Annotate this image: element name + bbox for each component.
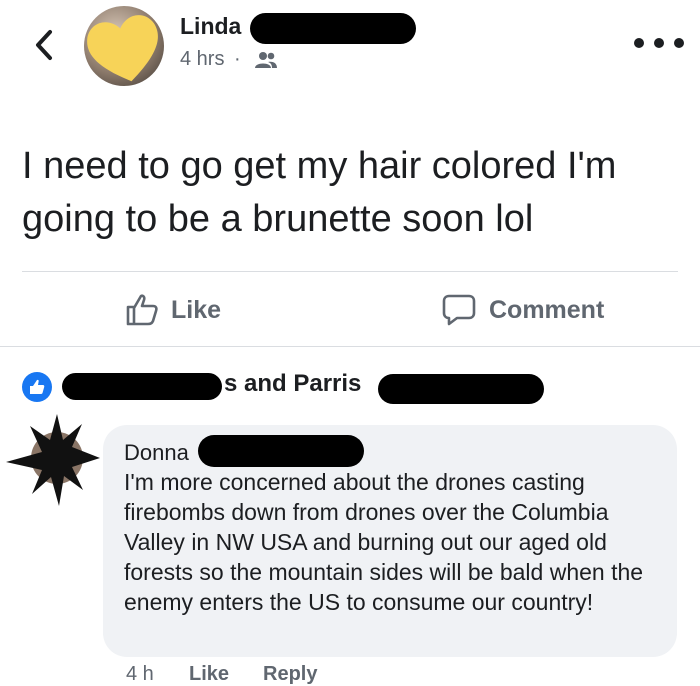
back-button[interactable] <box>30 28 60 62</box>
redaction-bar <box>250 13 416 44</box>
like-label: Like <box>171 295 222 324</box>
comment-label: Comment <box>489 295 605 324</box>
like-button[interactable]: Like <box>125 288 221 332</box>
separator-dot: · <box>234 48 241 70</box>
ellipsis-icon <box>634 38 684 48</box>
redaction-bar <box>378 374 544 404</box>
black-star-sticker-icon <box>6 414 100 506</box>
more-options-button[interactable] <box>631 31 687 55</box>
friends-icon <box>255 51 277 69</box>
comment-button[interactable]: Comment <box>441 288 604 332</box>
commenter-avatar[interactable] <box>4 410 104 510</box>
thumbs-up-icon <box>126 294 158 326</box>
post-text: I need to go get my hair colored I'm goi… <box>22 145 617 240</box>
redaction-bar <box>62 373 222 400</box>
heart-sticker-icon <box>87 15 158 82</box>
chevron-left-icon <box>36 30 52 60</box>
speech-bubble-icon <box>442 294 476 326</box>
commenter-name[interactable]: Donna <box>124 440 189 466</box>
redaction-bar <box>198 435 364 467</box>
comment-text: I'm more concerned about the drones cast… <box>124 469 644 615</box>
author-name[interactable]: Linda <box>180 13 241 40</box>
divider <box>22 271 678 272</box>
like-reaction-icon[interactable] <box>22 372 52 402</box>
post-timestamp[interactable]: 4 hrs <box>180 48 224 71</box>
reactions-summary[interactable]: s and Parris <box>224 370 361 398</box>
author-avatar[interactable] <box>84 6 164 86</box>
divider <box>0 346 700 347</box>
